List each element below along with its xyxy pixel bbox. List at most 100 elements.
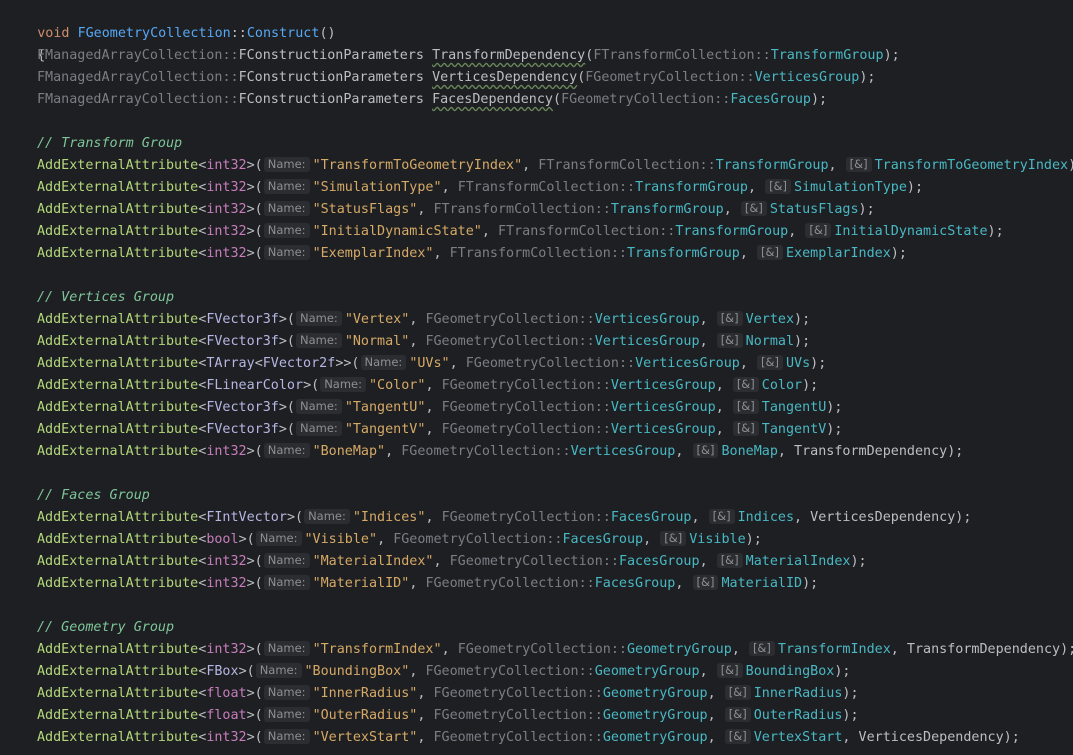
attribute-line[interactable]: AddExternalAttribute<int32>(Name: "Status…	[5, 199, 875, 221]
attribute-line[interactable]: AddExternalAttribute<FVector3f>(Name: "No…	[5, 331, 810, 353]
open-paren: >(	[238, 532, 255, 547]
attribute-line[interactable]: AddExternalAttribute<int32>(Name: "Transf…	[5, 639, 1073, 661]
attribute-reference: VertexStart	[753, 730, 843, 745]
reference-capture-hint: [&]	[692, 575, 719, 590]
scope-separator: ::	[602, 554, 619, 569]
attribute-line[interactable]: AddExternalAttribute<float>(Name: "InnerR…	[5, 683, 859, 705]
name-parameter-hint: Name:	[263, 157, 310, 172]
close-paren: );	[842, 686, 859, 701]
function-call: AddExternalAttribute	[37, 444, 199, 459]
name-parameter-hint: Name:	[296, 311, 342, 326]
attribute-name-string: "ExemplarIndex"	[312, 246, 434, 261]
function-call: AddExternalAttribute	[37, 312, 199, 327]
group-member: VerticesGroup	[610, 400, 716, 415]
close-paren: );	[955, 510, 972, 525]
attribute-line[interactable]: AddExternalAttribute<int32>(Name: "Transf…	[5, 155, 1073, 177]
scope-separator: ::	[594, 510, 611, 525]
attribute-line[interactable]: AddExternalAttribute<FVector3f>(Name: "Ve…	[5, 309, 810, 331]
template-arg: FBox	[206, 664, 239, 679]
attribute-line[interactable]: AddExternalAttribute<int32>(Name: "BoneMa…	[5, 441, 963, 463]
dep-arg-class: FGeometryCollection	[561, 92, 715, 107]
scope-separator: ::	[594, 400, 611, 415]
attribute-line[interactable]: AddExternalAttribute<FLinearColor>(Name:…	[5, 375, 818, 397]
attribute-line[interactable]: AddExternalAttribute<int32>(Name: "Simula…	[5, 177, 923, 199]
dep-sep: ::	[222, 70, 239, 85]
group-class: FTransformCollection	[457, 180, 619, 195]
attribute-line[interactable]: AddExternalAttribute<FVector3f>(Name: "Ta…	[5, 397, 842, 419]
dep-name: VerticesDependency	[432, 70, 578, 85]
close-paren: );	[890, 246, 907, 261]
attribute-reference: Indices	[737, 510, 795, 525]
dependency-line-vertices[interactable]: FManagedArrayCollection::FConstructionPa…	[5, 67, 876, 89]
function-signature-line[interactable]: void FGeometryCollection::Construct()	[5, 1, 335, 41]
comment-line-vertices[interactable]: // Vertices Group	[5, 287, 174, 309]
template-arg-inner: FVector2f	[262, 356, 336, 371]
close-paren: );	[850, 554, 867, 569]
close-paren: );	[794, 312, 811, 327]
function-call: AddExternalAttribute	[37, 708, 199, 723]
name-parameter-hint: Name:	[263, 707, 310, 722]
scope-separator: ::	[594, 378, 611, 393]
template-arg: FVector3f	[206, 334, 279, 349]
comment-line-transform[interactable]: // Transform Group	[5, 133, 182, 155]
open-paren: >(	[246, 246, 263, 261]
open-paren: >(	[238, 664, 255, 679]
open-paren: >(	[246, 224, 263, 239]
name-parameter-hint: Name:	[255, 531, 302, 546]
attribute-line[interactable]: AddExternalAttribute<int32>(Name: "Vertex…	[5, 727, 1020, 749]
comma: ,	[385, 444, 402, 459]
attribute-line[interactable]: AddExternalAttribute<TArray<FVector2f>>(…	[5, 353, 826, 375]
attribute-line[interactable]: AddExternalAttribute<float>(Name: "OuterR…	[5, 705, 859, 727]
attribute-line[interactable]: AddExternalAttribute<int32>(Name: "Materi…	[5, 573, 818, 595]
template-arg: bool	[206, 532, 239, 547]
method-name: Construct	[246, 26, 320, 41]
reference-capture-hint: [&]	[732, 421, 759, 436]
dependency-line-faces[interactable]: FManagedArrayCollection::FConstructionPa…	[5, 89, 827, 111]
scope-separator: ::	[578, 312, 595, 327]
attribute-line[interactable]: AddExternalAttribute<bool>(Name: "Visible…	[5, 529, 762, 551]
reference-capture-hint: [&]	[748, 641, 775, 656]
attribute-reference: StatusFlags	[769, 202, 859, 217]
dep-prefix: FManagedArrayCollection	[37, 92, 223, 107]
template-arg: int32	[206, 158, 247, 173]
group-member: GeometryGroup	[627, 642, 732, 657]
comment-line-geometry[interactable]: // Geometry Group	[5, 617, 174, 639]
attribute-line[interactable]: AddExternalAttribute<int32>(Name: "Initia…	[5, 221, 1004, 243]
dep-arg-sep: ::	[714, 92, 731, 107]
comma: ,	[723, 202, 740, 217]
attribute-line[interactable]: AddExternalAttribute<FVector3f>(Name: "Ta…	[5, 419, 842, 441]
group-class: FGeometryCollection	[449, 554, 603, 569]
group-member: TransformGroup	[635, 180, 748, 195]
template-arg: int32	[206, 554, 247, 569]
attribute-line[interactable]: AddExternalAttribute<FIntVector>(Name: "I…	[5, 507, 971, 529]
code-editor[interactable]: void FGeometryCollection::Construct() { …	[0, 0, 1073, 755]
group-class: FGeometryCollection	[433, 708, 587, 723]
attribute-reference: Normal	[745, 334, 795, 349]
attribute-line[interactable]: AddExternalAttribute<FBox>(Name: "Boundin…	[5, 661, 850, 683]
function-call: AddExternalAttribute	[37, 642, 199, 657]
attribute-name-string: "Normal"	[344, 334, 410, 349]
function-call: AddExternalAttribute	[37, 246, 199, 261]
reference-capture-hint: [&]	[732, 399, 759, 414]
dependency-line-transform[interactable]: FManagedArrayCollection::FConstructionPa…	[5, 45, 900, 67]
attribute-line[interactable]: AddExternalAttribute<int32>(Name: "Materi…	[5, 551, 867, 573]
reference-capture-hint: [&]	[660, 531, 687, 546]
attribute-line[interactable]: AddExternalAttribute<int32>(Name: "Exempl…	[5, 243, 907, 265]
angle-bracket: <	[254, 356, 263, 371]
comma: ,	[739, 246, 756, 261]
group-member: FacesGroup	[610, 510, 692, 525]
comma: ,	[675, 576, 692, 591]
close-paren: );	[1060, 642, 1073, 657]
comment-line-faces[interactable]: // Faces Group	[5, 485, 150, 507]
attribute-name-string: "TangentV"	[344, 422, 426, 437]
attribute-name-string: "UVs"	[409, 356, 450, 371]
template-arg: int32	[206, 180, 247, 195]
comma: ,	[777, 444, 795, 459]
group-member: GeometryGroup	[594, 664, 700, 679]
attribute-name-string: "BoneMap"	[312, 444, 386, 459]
comma: ,	[747, 180, 765, 195]
template-arg: FVector3f	[206, 312, 279, 327]
parens: ()	[319, 26, 336, 41]
open-brace-line[interactable]: {	[5, 23, 45, 63]
attribute-reference: TransformIndex	[777, 642, 891, 657]
